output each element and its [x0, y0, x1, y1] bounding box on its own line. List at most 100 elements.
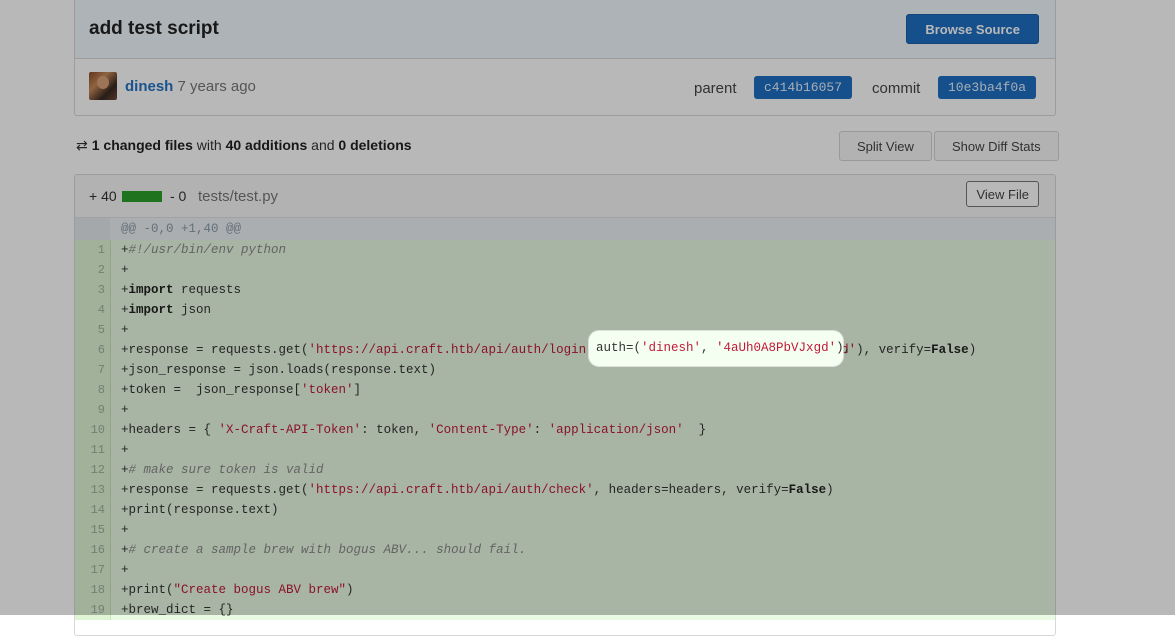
- line-code: +: [121, 440, 129, 460]
- commit-sha-link[interactable]: 10e3ba4f0a: [938, 76, 1037, 99]
- line-code: +token = json_response['token']: [121, 380, 361, 400]
- code-text: +response = requests.get(: [121, 343, 309, 357]
- line-code: +: [121, 520, 129, 540]
- line-number[interactable]: 12: [75, 460, 111, 480]
- code-text: +: [121, 243, 129, 257]
- code-text: +: [121, 523, 129, 537]
- code-text: json: [173, 303, 212, 317]
- code-text: +: [121, 543, 129, 557]
- summary-with: with: [196, 137, 222, 153]
- commit-title-bar: add test script Browse Source: [75, 0, 1055, 59]
- code-text: ), verify=: [856, 343, 932, 357]
- line-number[interactable]: 19: [75, 600, 111, 620]
- code-text: +token = json_response[: [121, 383, 302, 397]
- file-diff: + 40 - 0 tests/test.py View File @@ -0,0…: [74, 174, 1056, 636]
- code-line: 2 +: [75, 260, 1055, 280]
- commit-title: add test script: [89, 18, 219, 39]
- line-number[interactable]: 8: [75, 380, 111, 400]
- code-line: 6 +response = requests.get('https://api.c…: [75, 340, 1055, 360]
- line-number[interactable]: 9: [75, 400, 111, 420]
- code-line: 15 +: [75, 520, 1055, 540]
- code-line: 13 +response = requests.get('https://api.…: [75, 480, 1055, 500]
- code-keyword: False: [788, 483, 827, 497]
- code-line: 9 +: [75, 400, 1055, 420]
- file-path: tests/test.py: [198, 188, 279, 205]
- code-line: 17 +: [75, 560, 1055, 580]
- line-number[interactable]: 1: [75, 240, 111, 260]
- line-code: +headers = { 'X-Craft-API-Token': token,…: [121, 420, 706, 440]
- line-number[interactable]: 15: [75, 520, 111, 540]
- code-string: "Create bogus ABV brew": [173, 583, 347, 597]
- code-text: }: [683, 423, 707, 437]
- line-number[interactable]: 2: [75, 260, 111, 280]
- code-line: 19 +brew_dict = {}: [75, 600, 1055, 620]
- code-string: 'token': [301, 383, 354, 397]
- line-number[interactable]: 10: [75, 420, 111, 440]
- code-text: +: [121, 283, 129, 297]
- line-code: +brew_dict = {}: [121, 600, 234, 620]
- code-text: ),: [836, 341, 852, 355]
- code-line: 12 +# make sure token is valid: [75, 460, 1055, 480]
- code-lines: 1 +#!/usr/bin/env python 2 +3 +import reques…: [75, 240, 1055, 620]
- parent-sha-link[interactable]: c414b16057: [754, 76, 853, 99]
- commit-page: add test script Browse Source dinesh 7 y…: [0, 0, 1175, 636]
- code-text: ): [968, 343, 977, 357]
- code-text: +response = requests.get(: [121, 483, 309, 497]
- line-number[interactable]: 11: [75, 440, 111, 460]
- code-line: 5 +: [75, 320, 1055, 340]
- hunk-header: @@ -0,0 +1,40 @@: [75, 218, 1055, 240]
- line-number[interactable]: 13: [75, 480, 111, 500]
- code-text: +: [121, 263, 129, 277]
- additions-stat: + 40: [89, 188, 117, 204]
- line-number[interactable]: 18: [75, 580, 111, 600]
- line-number[interactable]: 5: [75, 320, 111, 340]
- code-text: +: [121, 563, 129, 577]
- split-view-button[interactable]: Split View: [839, 131, 932, 161]
- code-text: ): [346, 583, 354, 597]
- line-number[interactable]: 3: [75, 280, 111, 300]
- avatar[interactable]: [89, 72, 117, 100]
- code-text: +headers = {: [121, 423, 219, 437]
- line-code: +print(response.text): [121, 500, 279, 520]
- code-keyword: import: [128, 283, 174, 297]
- code-string: 'https://api.craft.htb/api/auth/login': [308, 343, 594, 357]
- code-string: 'X-Craft-API-Token': [218, 423, 362, 437]
- line-number[interactable]: 16: [75, 540, 111, 560]
- line-number[interactable]: 4: [75, 300, 111, 320]
- code-line: 4 +import json: [75, 300, 1055, 320]
- commit-time: 7 years ago: [177, 78, 256, 95]
- code-text: auth=(: [596, 341, 642, 355]
- code-text: +json_response = json.loads(response.tex…: [121, 363, 437, 377]
- author-link[interactable]: dinesh: [125, 78, 173, 95]
- code-line: 3 +import requests: [75, 280, 1055, 300]
- author-info: dinesh 7 years ago: [125, 78, 256, 95]
- parent-label: parent: [694, 80, 737, 97]
- code-comment: #!/usr/bin/env python: [128, 243, 287, 257]
- code-comment: # create a sample brew with bogus ABV...…: [128, 543, 527, 557]
- repeat-icon: ⇄: [76, 137, 88, 153]
- line-code: +#!/usr/bin/env python: [121, 240, 286, 260]
- code-text: ,: [701, 341, 717, 355]
- code-text: +print(: [121, 583, 174, 597]
- line-code: +# make sure token is valid: [121, 460, 324, 480]
- code-text: , headers=headers, verify=: [593, 483, 789, 497]
- browse-source-button[interactable]: Browse Source: [906, 14, 1039, 44]
- code-string: '4aUh0A8PbVJxgd': [716, 341, 837, 355]
- line-number[interactable]: 17: [75, 560, 111, 580]
- code-string: 'Content-Type': [428, 423, 534, 437]
- hunk-range: @@ -0,0 +1,40 @@: [121, 222, 242, 236]
- line-number[interactable]: 7: [75, 360, 111, 380]
- code-text: :: [533, 423, 549, 437]
- code-string: 'application/json': [548, 423, 684, 437]
- code-line: 1 +#!/usr/bin/env python: [75, 240, 1055, 260]
- view-file-button[interactable]: View File: [966, 181, 1039, 207]
- changed-files-count: 1 changed files: [91, 137, 193, 153]
- line-number[interactable]: 6: [75, 340, 111, 360]
- code-line: 14 +print(response.text): [75, 500, 1055, 520]
- code-text: +: [121, 303, 129, 317]
- code-text: +print(response.text): [121, 503, 279, 517]
- show-diff-stats-button[interactable]: Show Diff Stats: [934, 131, 1059, 161]
- deletions-stat: - 0: [170, 188, 187, 204]
- line-number[interactable]: 14: [75, 500, 111, 520]
- line-code: +# create a sample brew with bogus ABV..…: [121, 540, 526, 560]
